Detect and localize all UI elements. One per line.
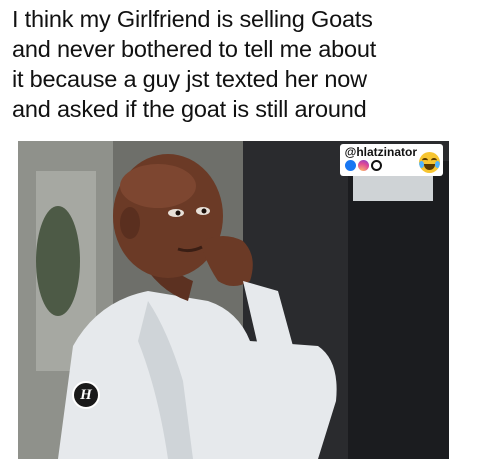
meme-caption: I think my Girlfriend is selling Goats a… [12, 4, 472, 124]
facebook-icon [344, 160, 356, 171]
social-icons [344, 160, 417, 171]
caption-line-3: it because a guy jst texted her now [12, 66, 367, 92]
laughing-tears-emoji-icon [419, 152, 440, 173]
meme-photo: @hlatzinator H [18, 141, 449, 459]
caption-line-1: I think my Girlfriend is selling Goats [12, 6, 373, 32]
instagram-icon [357, 160, 369, 171]
caption-line-2: and never bothered to tell me about [12, 36, 377, 62]
handle-text: @hlatzinator [344, 145, 417, 159]
ring-icon [370, 160, 382, 171]
caption-line-4: and asked if the goat is still around [12, 96, 367, 122]
h-logo-icon: H [72, 381, 100, 409]
watermark-handle: @hlatzinator [339, 144, 443, 176]
photo-illustration [18, 141, 449, 459]
